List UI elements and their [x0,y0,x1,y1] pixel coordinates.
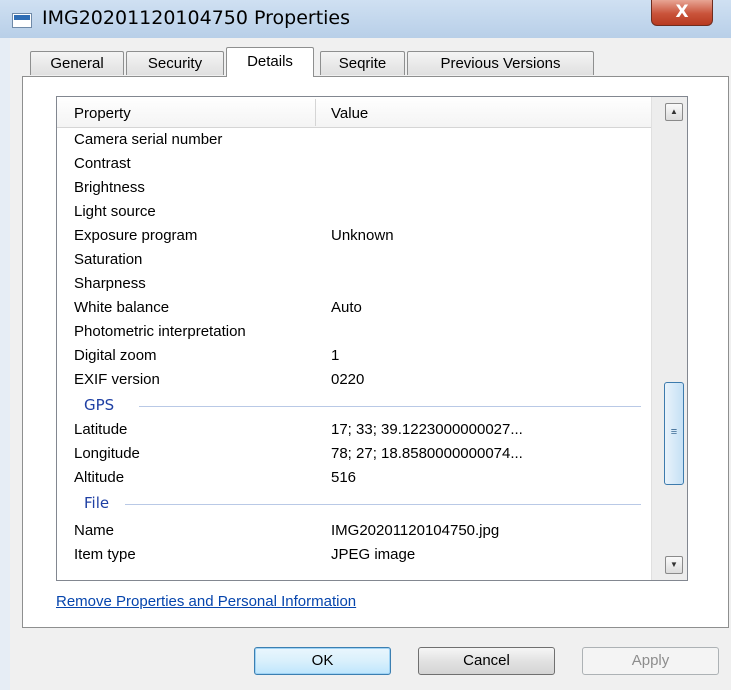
property-name: Saturation [74,251,143,268]
table-row[interactable]: Contrast [57,152,651,176]
property-name: Latitude [74,421,128,438]
group-label: GPS [84,396,115,414]
tab-seqrite[interactable]: Seqrite [320,51,405,75]
property-name: Digital zoom [74,347,157,364]
property-name: Sharpness [74,275,146,292]
table-row[interactable]: Item type JPEG image [57,543,651,567]
property-value: 0220 [331,371,365,388]
group-header-gps: GPS [57,393,651,417]
ok-button[interactable]: OK [254,647,391,675]
scroll-grip-icon: ≡ [670,426,678,438]
group-divider [139,406,641,407]
table-row[interactable]: Sharpness [57,272,651,296]
cancel-button[interactable]: Cancel [418,647,555,675]
table-row[interactable]: Longitude 78; 27; 18.8580000000074... [57,442,651,466]
scroll-down-arrow-icon: ▼ [670,560,678,569]
table-row[interactable]: Exposure program Unknown [57,224,651,248]
property-name: Longitude [74,445,140,462]
property-value: 78; 27; 18.8580000000074... [331,445,523,462]
property-name: Item type [74,546,136,563]
table-row[interactable]: Light source [57,200,651,224]
table-row[interactable]: Altitude 516 [57,466,651,490]
group-label: File [84,494,110,512]
table-row[interactable]: EXIF version 0220 [57,368,651,392]
remove-properties-link[interactable]: Remove Properties and Personal Informati… [56,593,356,610]
property-name: EXIF version [74,371,160,388]
property-value: 516 [331,469,357,486]
table-row[interactable]: Saturation [57,248,651,272]
apply-button[interactable]: Apply [582,647,719,675]
property-name: Brightness [74,179,145,196]
column-header-value[interactable]: Value [331,97,368,127]
column-header-property[interactable]: Property [74,97,131,127]
property-value: 1 [331,347,340,364]
image-file-icon [12,13,32,28]
column-divider[interactable] [315,99,316,126]
tab-details[interactable]: Details [226,47,314,77]
tab-security[interactable]: Security [126,51,224,75]
tab-previous-versions[interactable]: Previous Versions [407,51,594,75]
vertical-scrollbar[interactable]: ▲ ≡ ▼ [651,97,687,580]
property-name: Name [74,522,115,539]
property-name: Altitude [74,469,125,486]
property-name: Contrast [74,155,131,172]
close-button[interactable]: X [651,0,713,26]
tab-general[interactable]: General [30,51,124,75]
property-value: 17; 33; 39.1223000000027... [331,421,523,438]
scroll-up-arrow-icon: ▲ [670,107,678,116]
group-header-file: File [57,491,651,515]
window-title: IMG20201120104750 Properties [42,7,351,29]
table-row[interactable]: White balance Auto [57,296,651,320]
table-row[interactable]: Brightness [57,176,651,200]
property-value: JPEG image [331,546,416,563]
property-value: Unknown [331,227,394,244]
property-name: Camera serial number [74,131,223,148]
scroll-down-button[interactable]: ▼ [665,556,683,574]
property-name: Photometric interpretation [74,323,246,340]
property-value: IMG20201120104750.jpg [331,522,500,539]
group-divider [125,504,641,505]
scroll-up-button[interactable]: ▲ [665,103,683,121]
table-row[interactable]: Latitude 17; 33; 39.1223000000027... [57,418,651,442]
property-list[interactable]: Property Value Camera serial number Cont… [56,96,688,581]
property-value: Auto [331,299,362,316]
scroll-thumb[interactable]: ≡ [664,382,684,485]
list-header: Property Value [57,97,651,128]
table-row[interactable]: Camera serial number [57,128,651,152]
property-name: Light source [74,203,156,220]
title-bar[interactable]: IMG20201120104750 Properties X [0,0,731,38]
property-name: Exposure program [74,227,198,244]
property-name: White balance [74,299,170,316]
table-row[interactable]: Digital zoom 1 [57,344,651,368]
table-row[interactable]: Photometric interpretation [57,320,651,344]
table-row[interactable]: Name IMG20201120104750.jpg [57,519,651,543]
